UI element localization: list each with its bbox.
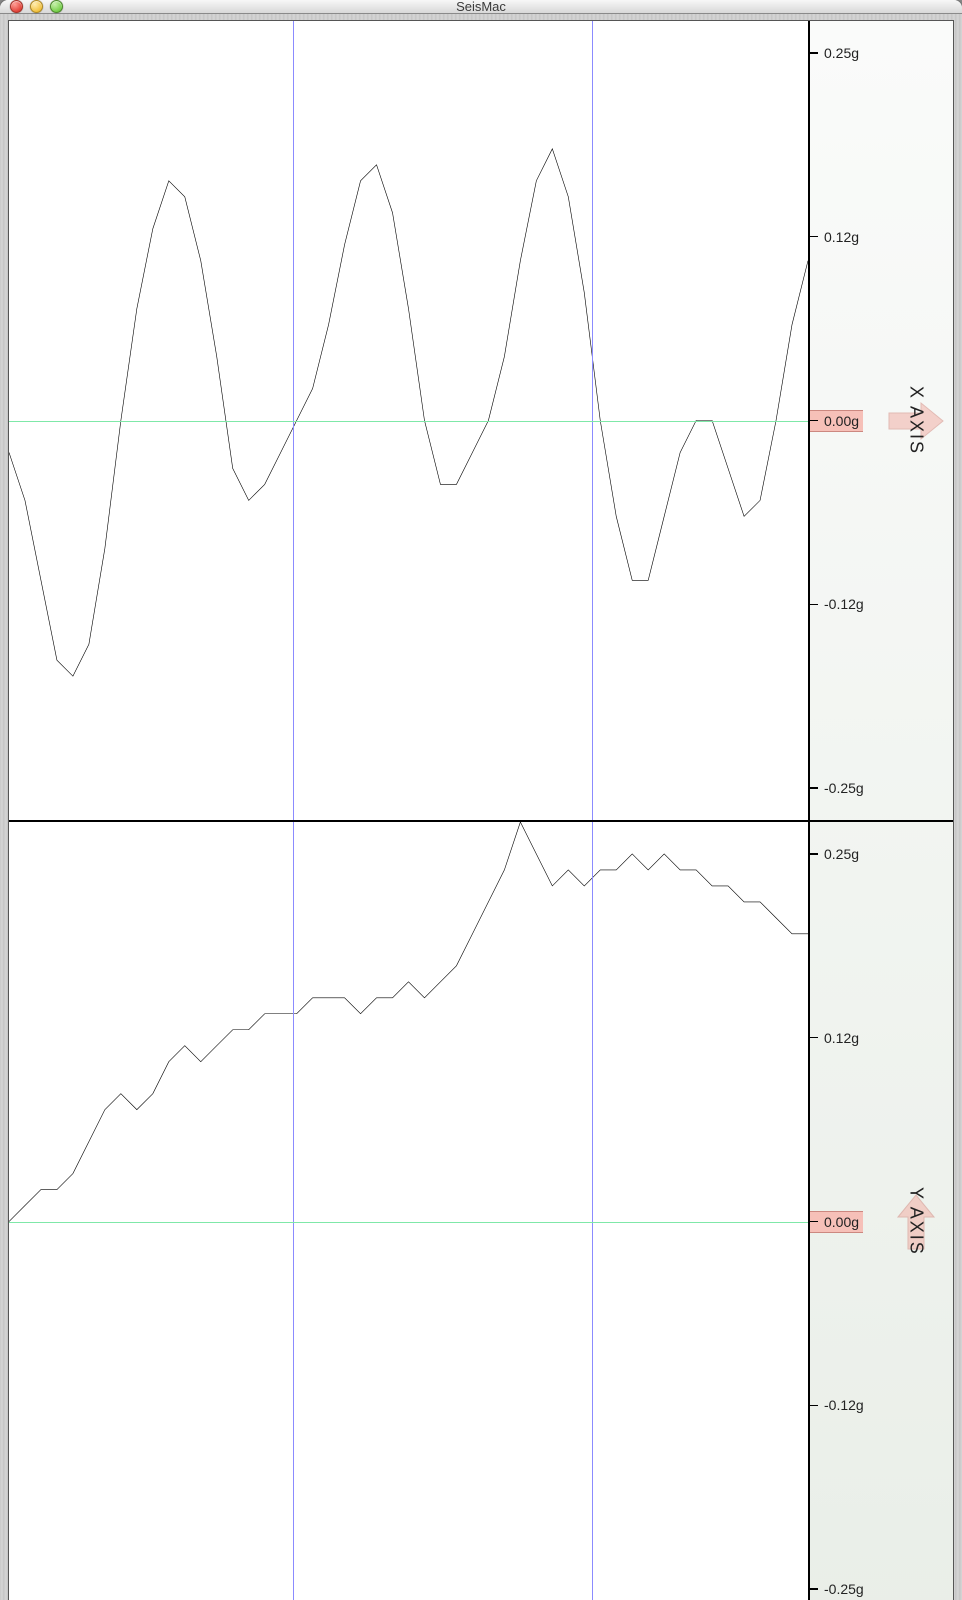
axis-tick: 0.25g	[810, 846, 859, 862]
chart-stack	[9, 21, 808, 1600]
axis-tick: 0.00g	[810, 410, 863, 432]
baseline	[9, 421, 808, 422]
axis-tick: 0.25g	[810, 45, 859, 61]
window-title: SeisMac	[0, 0, 962, 14]
axis-tick: -0.25g	[810, 1581, 864, 1597]
waveform	[9, 822, 808, 1600]
y-axis-chart[interactable]	[9, 822, 808, 1600]
axis-tick: 0.00g	[810, 1211, 863, 1233]
y-axis-scale: 0.25g 0.12g 0.00g -0.12g -0.25g Y AXIS	[810, 822, 953, 1600]
x-axis-scale: 0.25g 0.12g 0.00g -0.12g -0.25g X AXIS	[810, 21, 953, 822]
axis-label: Y AXIS	[906, 1187, 927, 1256]
axis-tick: 0.12g	[810, 229, 859, 245]
axis-tick: 0.12g	[810, 1030, 859, 1046]
axis-tick: -0.25g	[810, 780, 864, 796]
minimize-button[interactable]	[30, 0, 43, 13]
baseline	[9, 1222, 808, 1223]
traffic-lights	[0, 0, 63, 13]
axis-tick: -0.12g	[810, 1397, 864, 1413]
titlebar[interactable]: SeisMac	[0, 0, 962, 14]
plots-area: 0.25g 0.12g 0.00g -0.12g -0.25g X AXIS 0.25g…	[8, 20, 954, 1600]
x-axis-chart[interactable]	[9, 21, 808, 822]
window-body: 0.25g 0.12g 0.00g -0.12g -0.25g X AXIS 0.25g…	[0, 14, 962, 1600]
axis-tick: -0.12g	[810, 596, 864, 612]
axis-label: X AXIS	[906, 386, 927, 455]
zoom-button[interactable]	[50, 0, 63, 13]
window: SeisMac	[0, 0, 962, 800]
y-axis-column: 0.25g 0.12g 0.00g -0.12g -0.25g X AXIS 0.25g…	[808, 21, 953, 1600]
close-button[interactable]	[10, 0, 23, 13]
